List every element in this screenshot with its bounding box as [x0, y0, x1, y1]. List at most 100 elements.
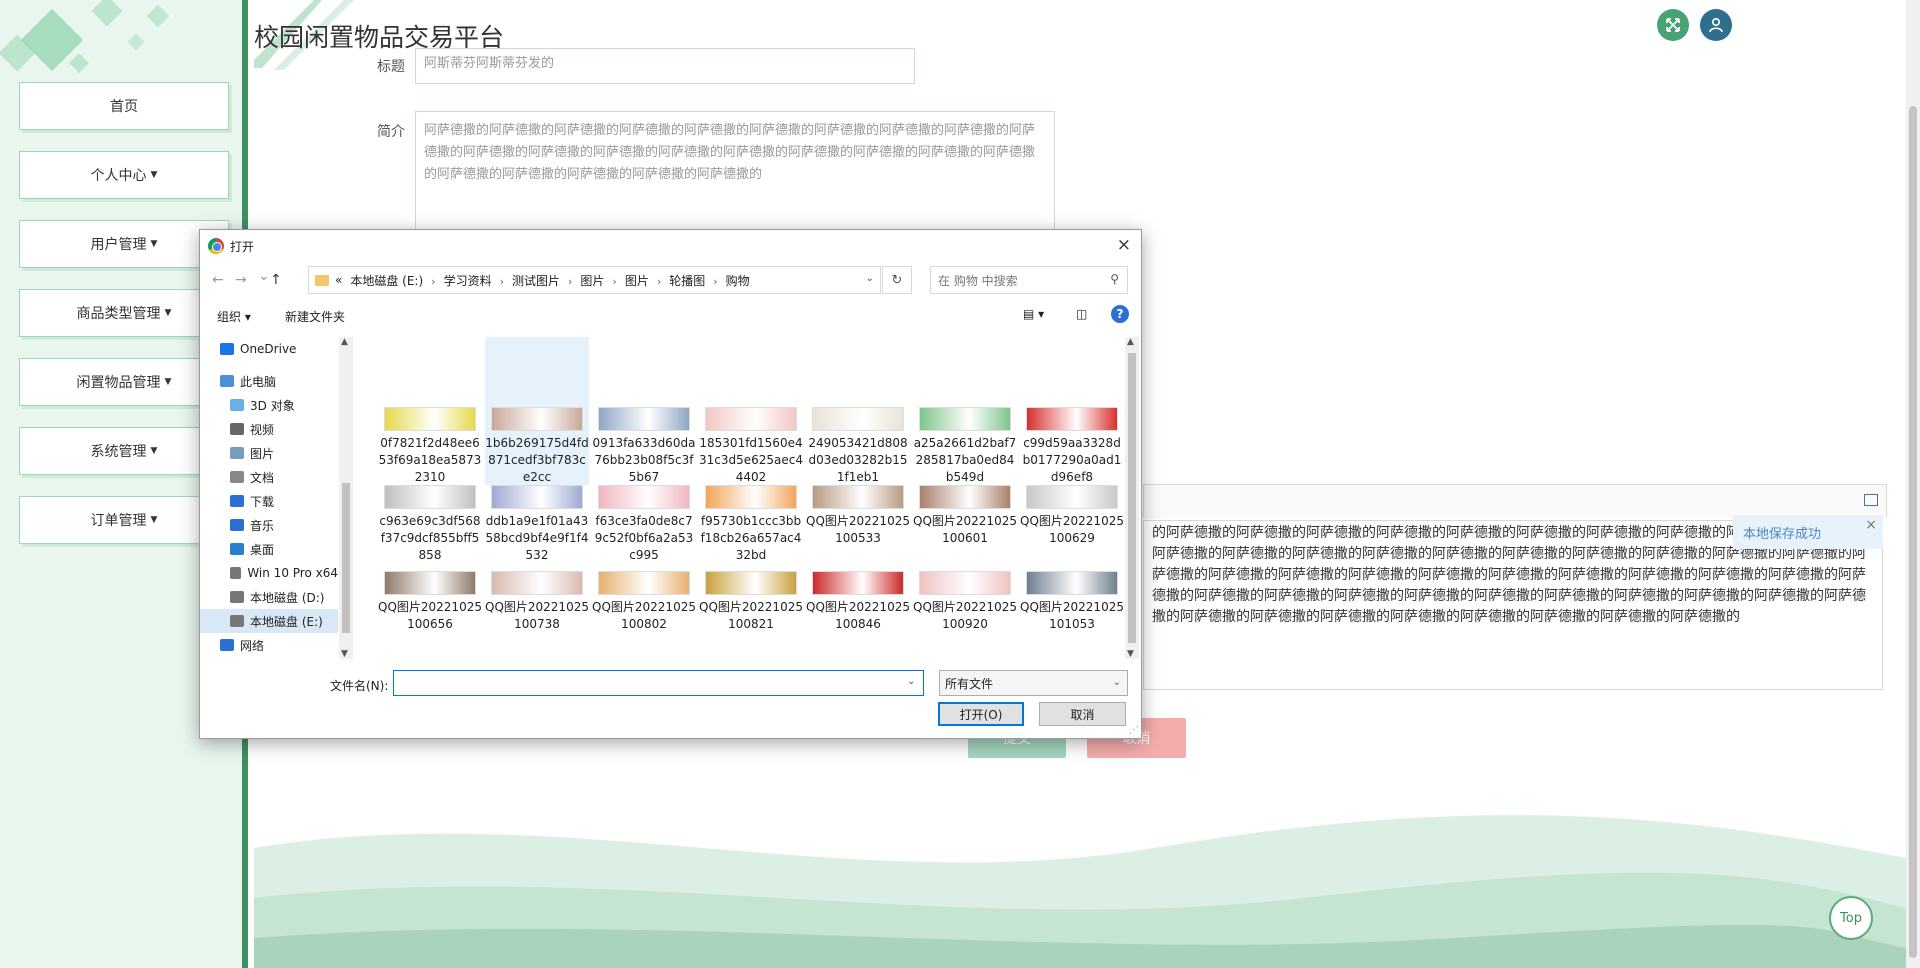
tree-scroll-up-icon[interactable]: ▲: [341, 337, 348, 347]
source-code-icon[interactable]: [1864, 494, 1878, 506]
file-item[interactable]: c99d59aa3328db0177290a0ad1d96ef8: [1020, 337, 1123, 485]
drive-icon: [230, 567, 242, 579]
breadcrumb-separator-icon[interactable]: ›: [657, 275, 661, 288]
resize-grip-icon[interactable]: ⋰: [1129, 725, 1139, 736]
file-item[interactable]: QQ图片20221025100533: [806, 485, 910, 569]
breadcrumb-item[interactable]: 购物: [726, 274, 750, 288]
file-item[interactable]: f63ce3fa0de8c79c52f0bf6a2a53c995: [592, 485, 696, 569]
preview-pane-icon[interactable]: ◫: [1076, 307, 1087, 321]
tree-scrollbar-thumb[interactable]: [342, 483, 350, 633]
new-folder-button[interactable]: 新建文件夹: [285, 308, 345, 325]
file-item[interactable]: QQ图片20221025100821: [699, 571, 803, 655]
breadcrumb-item[interactable]: 本地磁盘 (E:): [350, 274, 423, 288]
breadcrumb-separator-icon[interactable]: ›: [612, 275, 616, 288]
tree-scroll-down-icon[interactable]: ▼: [341, 649, 348, 659]
file-item[interactable]: QQ图片20221025100802: [592, 571, 696, 655]
organize-button[interactable]: 组织 ▾: [217, 308, 251, 325]
title-input[interactable]: 阿斯蒂芬阿斯蒂芬发的: [415, 48, 915, 84]
dialog-close-icon[interactable]: ×: [1117, 235, 1131, 255]
page-scrollbar-thumb[interactable]: [1909, 106, 1917, 958]
recent-locations-icon[interactable]: ⌄: [258, 268, 270, 284]
sidebar-item[interactable]: 个人中心 ▼: [19, 151, 229, 199]
tree-item[interactable]: 桌面: [200, 537, 338, 561]
refresh-button[interactable]: ↻: [882, 266, 912, 294]
breadcrumb-separator-icon[interactable]: ›: [568, 275, 572, 288]
address-dropdown-icon[interactable]: ⌄: [866, 273, 874, 284]
tree-item[interactable]: Win 10 Pro x64: [200, 561, 338, 585]
tree-item[interactable]: 下载: [200, 489, 338, 513]
user-button[interactable]: [1700, 9, 1732, 41]
sidebar-item[interactable]: 用户管理 ▼: [19, 220, 229, 268]
file-open-dialog: 打开 × ← → ⌄ ↑ « 本地磁盘 (E:) › 学习资料 › 测试图片 › 图片 › 图片…: [199, 229, 1142, 739]
sidebar-item[interactable]: 订单管理 ▼: [19, 496, 229, 544]
address-bar[interactable]: « 本地磁盘 (E:) › 学习资料 › 测试图片 › 图片 › 图片 › 轮播图 › 购物 ⌄: [308, 266, 881, 294]
path-overflow[interactable]: «: [335, 273, 342, 287]
tree-item[interactable]: 3D 对象: [200, 393, 338, 417]
back-to-top-button[interactable]: Top: [1829, 896, 1873, 940]
save-toast: 本地保存成功 ×: [1733, 515, 1883, 549]
tree-item-label: 本地磁盘 (E:): [250, 614, 323, 629]
breadcrumb-separator-icon[interactable]: ›: [713, 275, 717, 288]
tree-item[interactable]: 文档: [200, 465, 338, 489]
tree-item[interactable]: 视频: [200, 417, 338, 441]
up-folder-icon[interactable]: ↑: [270, 272, 282, 288]
file-item[interactable]: 0f7821f2d48ee653f69a18ea58732310: [378, 337, 482, 485]
file-item[interactable]: QQ图片20221025100920: [913, 571, 1017, 655]
search-box[interactable]: 在 购物 中搜索 ⚲: [930, 266, 1128, 294]
sidebar-item[interactable]: 系统管理 ▼: [19, 427, 229, 475]
breadcrumb-item[interactable]: 轮播图: [669, 274, 705, 288]
file-item[interactable]: 0913fa633d60da76bb23b08f5c3f5b67: [592, 337, 696, 485]
back-arrow-icon[interactable]: ←: [212, 272, 224, 288]
filetype-select[interactable]: 所有文件 ⌄: [939, 670, 1128, 696]
file-item[interactable]: QQ图片20221025100846: [806, 571, 910, 655]
files-scrollbar[interactable]: ▲ ▼: [1125, 337, 1139, 659]
tree-item-label: 图片: [250, 446, 275, 461]
fullscreen-button[interactable]: [1657, 9, 1689, 41]
sidebar-item[interactable]: 首页: [19, 82, 229, 130]
tree-item[interactable]: 本地磁盘 (E:): [200, 609, 338, 633]
view-options-icon[interactable]: ▤ ▾: [1023, 307, 1044, 321]
dialog-cancel-button[interactable]: 取消: [1039, 702, 1126, 726]
breadcrumb-item[interactable]: 图片: [580, 274, 604, 288]
breadcrumb-item[interactable]: 学习资料: [444, 274, 492, 288]
files-scrollbar-thumb[interactable]: [1128, 353, 1136, 643]
tree-scrollbar[interactable]: ▲ ▼: [339, 337, 353, 659]
file-item[interactable]: a25a2661d2baf7285817ba0ed84b549d: [913, 337, 1017, 485]
filename-dropdown-icon[interactable]: ⌄: [907, 676, 915, 687]
file-item[interactable]: 1b6b269175d4fd871cedf3bf783ce2cc: [485, 337, 589, 485]
file-item[interactable]: QQ图片20221025100629: [1020, 485, 1123, 569]
breadcrumb-item[interactable]: 测试图片: [512, 274, 560, 288]
tree-item[interactable]: 网络: [200, 633, 338, 657]
sidebar-item[interactable]: 闲置物品管理 ▼: [19, 358, 229, 406]
tree-item[interactable]: 音乐: [200, 513, 338, 537]
sidebar-item[interactable]: 商品类型管理 ▼: [19, 289, 229, 337]
breadcrumb-separator-icon[interactable]: ›: [500, 275, 504, 288]
intro-textarea[interactable]: 阿萨德撒的阿萨德撒的阿萨德撒的阿萨德撒的阿萨德撒的阿萨德撒的阿萨德撒的阿萨德撒的…: [415, 111, 1055, 231]
open-button[interactable]: 打开(O): [938, 702, 1024, 726]
tree-item[interactable]: 此电脑: [200, 369, 338, 393]
file-item[interactable]: ddb1a9e1f01a4358bcd9bf4e9f1f4532: [485, 485, 589, 569]
filetype-value: 所有文件: [945, 676, 994, 691]
toast-close-icon[interactable]: ×: [1865, 517, 1877, 533]
filename-input[interactable]: [393, 670, 924, 696]
tree-item[interactable]: 图片: [200, 441, 338, 465]
file-item[interactable]: QQ图片20221025100656: [378, 571, 482, 655]
file-item[interactable]: c963e69c3df568f37c9dcf855bff5858: [378, 485, 482, 569]
files-scroll-down-icon[interactable]: ▼: [1127, 649, 1134, 659]
file-item[interactable]: QQ图片20221025100601: [913, 485, 1017, 569]
forward-arrow-icon[interactable]: →: [235, 272, 247, 288]
file-item[interactable]: QQ图片20221025100738: [485, 571, 589, 655]
breadcrumb-item[interactable]: 图片: [625, 274, 649, 288]
file-item[interactable]: 249053421d808d03ed03282b151f1eb1: [806, 337, 910, 485]
file-name: 0913fa633d60da76bb23b08f5c3f5b67: [592, 436, 696, 484]
file-name: QQ图片20221025100846: [806, 600, 910, 631]
help-icon[interactable]: ?: [1111, 305, 1129, 323]
file-item[interactable]: QQ图片20221025101053: [1020, 571, 1123, 655]
file-item[interactable]: 185301fd1560e431c3d5e625aec44402: [699, 337, 803, 485]
breadcrumb-separator-icon[interactable]: ›: [431, 275, 435, 288]
tree-item[interactable]: OneDrive: [200, 337, 338, 361]
page-scrollbar[interactable]: [1906, 0, 1920, 968]
file-item[interactable]: f95730b1ccc3bbf18cb26a657ac432bd: [699, 485, 803, 569]
tree-item[interactable]: 本地磁盘 (D:): [200, 585, 338, 609]
files-scroll-up-icon[interactable]: ▲: [1127, 337, 1134, 347]
